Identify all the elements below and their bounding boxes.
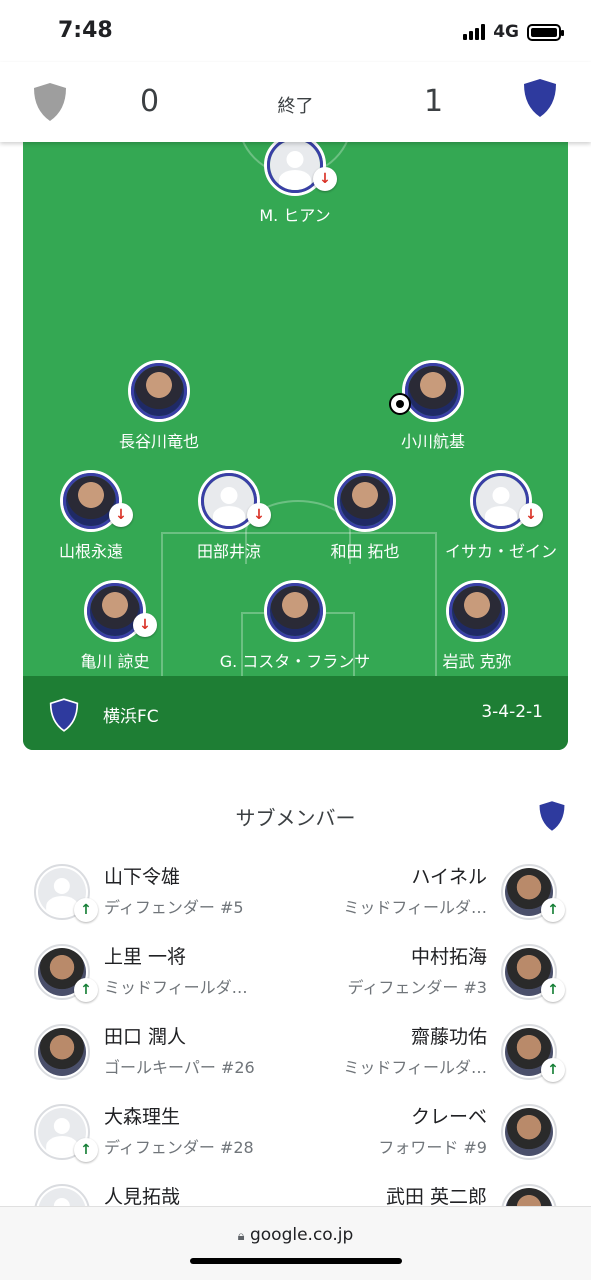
- substituted-on-icon: ↑: [541, 1058, 565, 1082]
- sub-player-name: 山下令雄: [104, 866, 181, 888]
- status-time: 7:48: [58, 18, 113, 43]
- signal-icon: [463, 24, 486, 40]
- lineup-player[interactable]: 長谷川竜也: [74, 360, 244, 452]
- team-name: 横浜FC: [103, 707, 159, 727]
- subs-row: ↑ 上里 一将 ミッドフィールダ… ↑ 中村拓海 ディフェンダー #3: [0, 938, 591, 1008]
- subs-row: ↑ 大森理生 ディフェンダー #28 クレーベ フォワード #9: [0, 1098, 591, 1168]
- sub-player-name: 人見拓哉: [104, 1186, 181, 1208]
- sub-player-position: ディフェンダー #28: [104, 1138, 254, 1157]
- lineup-player[interactable]: ↓ イサカ・ゼイン: [416, 470, 568, 562]
- player-avatar: [34, 1024, 90, 1080]
- sub-player-position: ミッドフィールダ…: [104, 978, 248, 997]
- team-shield-icon: [49, 698, 79, 732]
- lineup-player[interactable]: G. コスタ・フランサ: [210, 580, 380, 672]
- player-name: G. コスタ・フランサ: [219, 652, 371, 671]
- substituted-off-icon: ↓: [313, 167, 337, 191]
- sub-player-name: 大森理生: [104, 1106, 181, 1128]
- lineup-footer: 横浜FC 3-4-2-1: [23, 676, 568, 750]
- lineup-pitch: ↓ M. ヒアン 長谷川竜也 小川航基 ↓ 山根永遠 ↓ 田部井涼 和田 拓也 ↓ イサ…: [23, 120, 568, 750]
- formation: 3-4-2-1: [481, 702, 543, 722]
- player-avatar: [501, 1104, 557, 1160]
- substituted-off-icon: ↓: [247, 503, 271, 527]
- sub-player-right[interactable]: ↑ 齋藤功佑 ミッドフィールダ…: [297, 1018, 565, 1088]
- network-label: 4G: [493, 22, 519, 42]
- player-name: 亀川 諒史: [80, 652, 150, 671]
- lineup-player[interactable]: 小川航基: [348, 360, 518, 452]
- sub-player-name: ハイネル: [411, 866, 487, 888]
- url-text: google.co.jp: [249, 1225, 354, 1245]
- player-name: 小川航基: [400, 432, 465, 451]
- status-icons: 4G: [463, 22, 564, 42]
- status-bar: 7:48 4G: [0, 0, 591, 62]
- player-avatar: ↑: [501, 1024, 565, 1082]
- player-avatar: ↑: [501, 944, 565, 1002]
- sub-player-left[interactable]: ↑ 山下令雄 ディフェンダー #5: [34, 858, 294, 928]
- sub-player-name: 齋藤功佑: [410, 1026, 487, 1048]
- substituted-on-icon: ↑: [541, 898, 565, 922]
- subs-row: ↑ 山下令雄 ディフェンダー #5 ↑ ハイネル ミッドフィールダ…: [0, 858, 591, 928]
- sub-player-right[interactable]: ↑ ハイネル ミッドフィールダ…: [297, 858, 565, 928]
- browser-url-bar[interactable]: 🔒︎ google.co.jp: [0, 1206, 591, 1280]
- player-avatar: [264, 580, 326, 642]
- sub-player-name: 中村拓海: [410, 946, 487, 968]
- player-avatar: [334, 470, 396, 532]
- goal-ball-icon: [389, 393, 411, 415]
- player-avatar: ↑: [34, 1104, 98, 1162]
- match-status: 終了: [277, 96, 314, 117]
- lineup-player[interactable]: ↓ M. ヒアン: [210, 134, 380, 226]
- substituted-on-icon: ↑: [74, 898, 98, 922]
- battery-icon: [527, 23, 564, 41]
- sub-player-left[interactable]: ↑ 大森理生 ディフェンダー #28: [34, 1098, 294, 1168]
- team-shield-icon[interactable]: [538, 800, 566, 832]
- url-display[interactable]: 🔒︎ google.co.jp: [0, 1225, 591, 1245]
- sub-player-position: フォワード #9: [378, 1138, 487, 1157]
- sub-player-position: ディフェンダー #5: [104, 898, 244, 917]
- sub-player-name: 上里 一将: [104, 946, 187, 968]
- player-name: 長谷川竜也: [118, 432, 199, 451]
- substituted-off-icon: ↓: [133, 613, 157, 637]
- player-avatar: ↑: [34, 944, 98, 1002]
- player-avatar: [128, 360, 190, 422]
- lineup-player[interactable]: 岩武 克弥: [392, 580, 562, 672]
- sub-player-left[interactable]: ↑ 上里 一将 ミッドフィールダ…: [34, 938, 294, 1008]
- player-name: イサカ・ゼイン: [444, 542, 557, 561]
- sub-player-right[interactable]: ↑ 中村拓海 ディフェンダー #3: [297, 938, 565, 1008]
- player-avatar: ↓: [84, 580, 157, 642]
- player-name: M. ヒアン: [259, 206, 331, 225]
- subs-title: サブメンバー: [235, 806, 356, 830]
- sub-player-right[interactable]: クレーベ フォワード #9: [297, 1098, 557, 1168]
- score-header: 0 終了 1: [0, 62, 591, 142]
- substituted-off-icon: ↓: [109, 503, 133, 527]
- player-name: 岩武 克弥: [442, 652, 512, 671]
- player-avatar: [446, 580, 508, 642]
- substituted-off-icon: ↓: [519, 503, 543, 527]
- sub-player-name: 田口 潤人: [104, 1026, 187, 1048]
- sub-player-name: 武田 英二郎: [385, 1186, 487, 1208]
- player-avatar: ↓: [60, 470, 133, 532]
- player-avatar: ↓: [198, 470, 271, 532]
- substituted-on-icon: ↑: [541, 978, 565, 1002]
- sub-player-position: ディフェンダー #3: [347, 978, 487, 997]
- player-avatar: [389, 360, 464, 422]
- player-avatar: ↓: [470, 470, 543, 532]
- substituted-on-icon: ↑: [74, 978, 98, 1002]
- substituted-on-icon: ↑: [74, 1138, 98, 1162]
- away-team-shield-icon[interactable]: [522, 78, 558, 118]
- sub-player-left[interactable]: 田口 潤人 ゴールキーパー #26: [34, 1018, 294, 1088]
- sub-player-position: ミッドフィールダ…: [343, 898, 487, 917]
- subs-row: 田口 潤人 ゴールキーパー #26 ↑ 齋藤功佑 ミッドフィールダ…: [0, 1018, 591, 1088]
- player-avatar: ↑: [501, 864, 565, 922]
- lock-icon: 🔒︎: [237, 1229, 245, 1244]
- sub-player-position: ミッドフィールダ…: [343, 1058, 487, 1077]
- player-avatar: ↑: [34, 864, 98, 922]
- home-indicator[interactable]: [190, 1258, 402, 1264]
- away-score: 1: [424, 84, 444, 119]
- lineup-player[interactable]: ↓ 亀川 諒史: [30, 580, 200, 672]
- sub-player-name: クレーベ: [410, 1106, 487, 1128]
- player-avatar: ↓: [264, 134, 337, 196]
- sub-player-position: ゴールキーパー #26: [104, 1058, 255, 1077]
